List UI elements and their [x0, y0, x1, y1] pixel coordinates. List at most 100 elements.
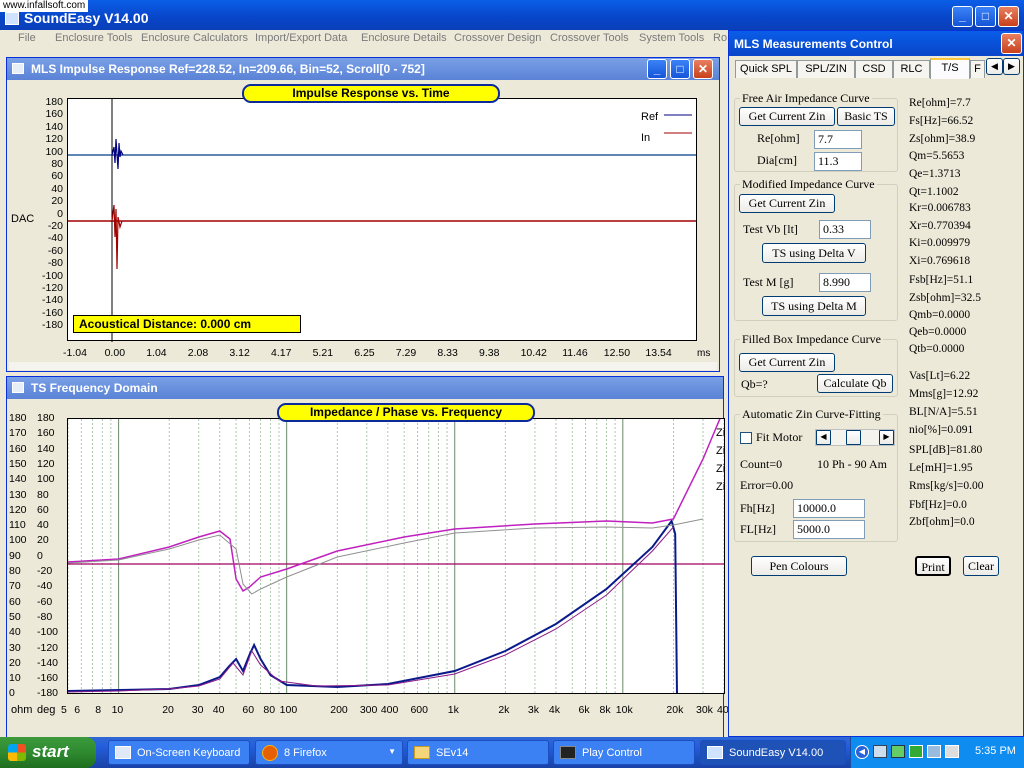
ts-result: Zsb[ohm]=32.5: [909, 292, 981, 304]
impulse-y-tick: -140: [41, 294, 63, 307]
impulse-x-tick: 6.25: [354, 347, 375, 359]
slider-left-icon[interactable]: ◀: [816, 430, 831, 445]
re-input[interactable]: 7.7: [814, 130, 862, 149]
filled-group: Filled Box Impedance Curve Get Current Z…: [734, 332, 898, 397]
tab-more[interactable]: F: [970, 60, 985, 78]
menu-import-export[interactable]: Import/Export Data: [255, 32, 347, 44]
taskbar-item-keyboard[interactable]: On-Screen Keyboard: [108, 740, 250, 765]
minimize-icon[interactable]: _: [647, 59, 667, 79]
tray-monitor-icon[interactable]: [927, 745, 941, 758]
vb-input[interactable]: 0.33: [819, 220, 871, 239]
tab-scroll-left-icon[interactable]: ◀: [986, 58, 1003, 75]
freq-x-tick: 30: [191, 704, 204, 716]
impulse-y-tick: -20: [47, 220, 63, 232]
ts-result: Qe=1.3713: [909, 168, 961, 180]
taskbar-item-play-control[interactable]: Play Control: [553, 740, 695, 765]
filled-get-zin-button[interactable]: Get Current Zin: [739, 353, 835, 372]
freq-title-bar: TS Frequency Domain: [7, 377, 723, 399]
menu-crossover-tools[interactable]: Crossover Tools: [550, 32, 629, 44]
menu-more[interactable]: Ro: [713, 32, 727, 44]
fl-input[interactable]: 5000.0: [793, 520, 865, 539]
m-input[interactable]: 8.990: [819, 273, 871, 292]
app-icon: [5, 12, 19, 25]
network-icon[interactable]: [873, 745, 887, 758]
impulse-x-tick: 1.04: [146, 347, 167, 359]
maximize-icon[interactable]: □: [975, 6, 996, 27]
modified-get-zin-button[interactable]: Get Current Zin: [739, 194, 835, 213]
minimize-icon[interactable]: _: [952, 6, 973, 27]
tray-app-icon[interactable]: [891, 745, 905, 758]
freq-plot[interactable]: [67, 418, 725, 694]
dia-input[interactable]: 11.3: [814, 152, 862, 171]
menu-enclosure-details[interactable]: Enclosure Details: [361, 32, 447, 44]
firefox-icon: [262, 745, 278, 761]
fh-input[interactable]: 10000.0: [793, 499, 865, 518]
close-icon[interactable]: ✕: [693, 59, 713, 79]
impulse-y-tick: -100: [41, 269, 63, 282]
deg-tick: 0: [37, 549, 43, 562]
close-icon[interactable]: ✕: [1001, 33, 1022, 54]
tab-scroll-right-icon[interactable]: ▶: [1003, 58, 1020, 75]
taskbar-item-sev14[interactable]: SEv14: [407, 740, 549, 765]
pen-colours-button[interactable]: Pen Colours: [751, 556, 847, 576]
slider-thumb[interactable]: [846, 430, 861, 445]
impulse-x-tick: 13.54: [645, 347, 672, 359]
basic-ts-button[interactable]: Basic TS: [837, 107, 895, 126]
ts-result: Zbf[ohm]=0.0: [909, 516, 975, 528]
ts-delta-v-button[interactable]: TS using Delta V: [762, 243, 866, 263]
start-button[interactable]: start: [0, 737, 96, 768]
deg-tick: 160: [37, 427, 55, 440]
deg-tick: 120: [37, 457, 55, 470]
fit-motor-checkbox[interactable]: [740, 432, 752, 444]
deg-tick: -40: [37, 580, 53, 593]
ohm-tick: 70: [9, 580, 21, 593]
deg-tick: -20: [37, 565, 53, 577]
ohm-tick: 100: [9, 534, 27, 547]
free-air-get-zin-button[interactable]: Get Current Zin: [739, 107, 835, 126]
tray-expand-icon[interactable]: ◀: [855, 745, 869, 759]
impulse-x-tick: 10.42: [520, 347, 547, 359]
menu-file[interactable]: File: [18, 32, 36, 44]
impulse-y-tick: -160: [41, 306, 63, 319]
fh-label: Fh[Hz]: [740, 501, 775, 515]
ohm-tick: 140: [9, 473, 27, 486]
freq-x-tick: 200: [330, 704, 348, 716]
ohm-tick: 40: [9, 626, 21, 639]
menu-crossover-design[interactable]: Crossover Design: [454, 32, 541, 44]
ts-result: BL[N/A]=5.51: [909, 406, 978, 418]
ts-result: Qm=5.5653: [909, 150, 965, 162]
tab-ts[interactable]: T/S: [930, 58, 970, 79]
impulse-scrollbar[interactable]: [9, 362, 717, 370]
fit-slider[interactable]: ◀ ▶: [815, 429, 895, 446]
tab-spl-zin[interactable]: SPL/ZIN: [797, 60, 855, 78]
tab-strip: Quick SPL SPL/ZIN CSD RLC T/S F ◀ ▶: [733, 58, 1020, 79]
clear-button[interactable]: Clear: [963, 556, 999, 576]
impulse-banner: Impulse Response vs. Time: [242, 84, 500, 103]
ohm-tick: 10: [9, 672, 21, 685]
menu-enclosure-calculators[interactable]: Enclosure Calculators: [141, 32, 248, 44]
maximize-icon[interactable]: □: [670, 59, 690, 79]
impulse-plot[interactable]: Ref In Acoustical Distance: 0.000 cm: [67, 98, 697, 342]
freq-x-tick: 3k: [527, 704, 540, 716]
calculate-qb-button[interactable]: Calculate Qb: [817, 374, 893, 393]
tab-quick-spl[interactable]: Quick SPL: [735, 60, 797, 78]
freq-x-tick: 10: [111, 704, 124, 716]
tray-green-icon[interactable]: [909, 745, 923, 758]
watermark: www.infallsoft.com: [0, 0, 89, 12]
tab-rlc[interactable]: RLC: [893, 60, 930, 78]
taskbar-item-firefox[interactable]: 8 Firefox ▼: [255, 740, 403, 765]
taskbar-item-soundeasy[interactable]: SoundEasy V14.00: [700, 740, 846, 765]
taskbar-item-label: On-Screen Keyboard: [137, 747, 241, 759]
menu-enclosure-tools[interactable]: Enclosure Tools: [55, 32, 132, 44]
deg-tick: -100: [37, 626, 59, 639]
ts-delta-m-button[interactable]: TS using Delta M: [762, 296, 866, 316]
slider-right-icon[interactable]: ▶: [879, 430, 894, 445]
close-icon[interactable]: ✕: [998, 6, 1019, 27]
freq-x-tick: 6k: [578, 704, 590, 716]
tab-csd[interactable]: CSD: [855, 60, 893, 78]
freq-x-tick: 1k: [447, 704, 459, 716]
print-button[interactable]: Print: [915, 556, 951, 576]
freq-x-tick: 100: [279, 704, 298, 716]
volume-icon[interactable]: [945, 745, 959, 758]
menu-system-tools[interactable]: System Tools: [639, 32, 704, 44]
